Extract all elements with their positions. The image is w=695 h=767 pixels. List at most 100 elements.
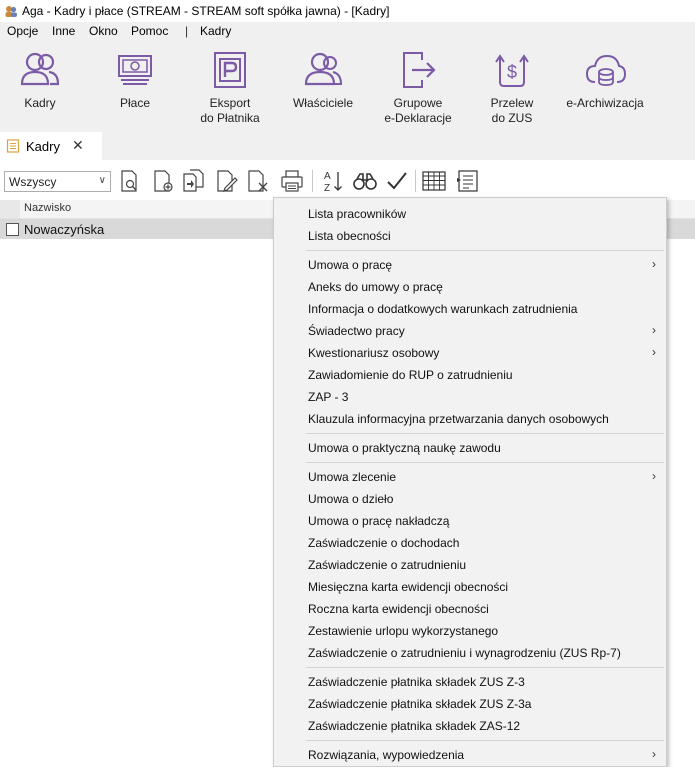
menu-item-miesieczna-karta[interactable]: Miesięczna karta ewidencji obecności bbox=[274, 576, 666, 598]
row-checkbox[interactable] bbox=[6, 223, 19, 236]
menu-item-zawiadomienie-rup[interactable]: Zawiadomienie do RUP o zatrudnieniu bbox=[274, 364, 666, 386]
chevron-down-icon: ∨ bbox=[98, 175, 106, 186]
binoculars-icon[interactable] bbox=[352, 168, 378, 194]
menu-separator bbox=[306, 250, 664, 251]
menu-item-lista-pracownikow[interactable]: Lista pracowników bbox=[274, 203, 666, 225]
tab-close-icon[interactable]: ✕ bbox=[72, 137, 84, 154]
menu-separator bbox=[306, 740, 664, 741]
menu-separator bbox=[306, 433, 664, 434]
delete-document-icon[interactable] bbox=[244, 168, 270, 194]
menu-item-klauzula[interactable]: Klauzula informacyjna przetwarzania dany… bbox=[274, 408, 666, 430]
printer-icon[interactable] bbox=[279, 168, 305, 194]
edit-document-icon[interactable] bbox=[213, 168, 239, 194]
menu-item-label: Roczna karta ewidencji obecności bbox=[308, 602, 489, 616]
copy-document-icon[interactable] bbox=[181, 168, 207, 194]
ribbon-edeklaracje-button[interactable]: Grupowe e-Deklaracje bbox=[378, 50, 458, 126]
menu-item-label: Rozwiązania, wypowiedzenia bbox=[308, 748, 465, 762]
submenu-arrow-icon: › bbox=[652, 257, 656, 271]
people-icon bbox=[20, 52, 60, 86]
ribbon-kadry-button[interactable]: Kadry bbox=[0, 50, 80, 111]
tab-kadry-label: Kadry bbox=[26, 139, 60, 154]
menu-item-label: Zawiadomienie do RUP o zatrudnieniu bbox=[308, 368, 513, 382]
menu-separator bbox=[306, 462, 664, 463]
export-arrow-icon bbox=[403, 52, 436, 88]
platnik-p-icon bbox=[214, 52, 246, 88]
menu-okno[interactable]: Okno bbox=[89, 24, 118, 38]
menu-item-label: Zaświadczenie płatnika składek ZUS Z-3a bbox=[308, 697, 532, 711]
preview-document-icon[interactable] bbox=[117, 168, 143, 194]
menu-item-label: Zestawienie urlopu wykorzystanego bbox=[308, 624, 499, 638]
menu-item-kwestionariusz[interactable]: Kwestionariusz osobowy › bbox=[274, 342, 666, 364]
ribbon-earchiwizacja-button[interactable]: e-Archiwizacja bbox=[565, 50, 645, 111]
menu-item-label: Klauzula informacyjna przetwarzania dany… bbox=[308, 412, 609, 426]
menu-item-label: Lista obecności bbox=[308, 229, 391, 243]
menu-item-aneks[interactable]: Aneks do umowy o pracę bbox=[274, 276, 666, 298]
ribbon-place-label: Płace bbox=[119, 96, 151, 110]
document-list-icon bbox=[6, 139, 20, 153]
submenu-arrow-icon: › bbox=[652, 469, 656, 483]
ribbon-edeklaracje-label: Grupowe e-Deklaracje bbox=[384, 96, 452, 125]
menu-item-lista-obecnosci[interactable]: Lista obecności bbox=[274, 225, 666, 247]
menu-item-label: ZAP - 3 bbox=[308, 390, 349, 404]
menu-pomoc[interactable]: Pomoc bbox=[131, 24, 168, 38]
ribbon-place-button[interactable]: Płace bbox=[95, 50, 175, 111]
menu-item-praktyczna-nauka[interactable]: Umowa o praktyczną naukę zawodu bbox=[274, 437, 666, 459]
submenu-arrow-icon: › bbox=[652, 747, 656, 761]
menu-item-label: Kwestionariusz osobowy bbox=[308, 346, 440, 360]
menu-item-label: Umowa zlecenie bbox=[308, 470, 397, 484]
app-icon bbox=[5, 6, 17, 17]
menu-item-zaswiadczenie-zatrudnienie[interactable]: Zaświadczenie o zatrudnieniu bbox=[274, 554, 666, 576]
menu-item-zus-z3a[interactable]: Zaświadczenie płatnika składek ZUS Z-3a bbox=[274, 693, 666, 715]
menu-inne[interactable]: Inne bbox=[52, 24, 75, 38]
menu-opcje[interactable]: Opcje bbox=[7, 24, 38, 38]
ribbon-przelew-label: Przelew do ZUS bbox=[490, 96, 534, 125]
menu-item-umowa-zlecenie[interactable]: Umowa zlecenie › bbox=[274, 466, 666, 488]
menu-item-label: Zaświadczenie o dochodach bbox=[308, 536, 460, 550]
tab-kadry[interactable]: Kadry ✕ bbox=[0, 132, 102, 160]
ribbon-earchiwizacja-label: e-Archiwizacja bbox=[566, 96, 644, 110]
owners-icon bbox=[304, 52, 343, 86]
ribbon-kadry-label: Kadry bbox=[24, 96, 56, 110]
report-list-icon[interactable] bbox=[455, 168, 481, 194]
menu-item-label: Świadectwo pracy bbox=[308, 324, 405, 338]
menu-item-zus-z3[interactable]: Zaświadczenie płatnika składek ZUS Z-3 bbox=[274, 671, 666, 693]
grid-header-check-column bbox=[0, 200, 20, 218]
menu-item-label: Zaświadczenie o zatrudnieniu bbox=[308, 558, 467, 572]
checkmark-icon[interactable] bbox=[384, 168, 410, 194]
menu-item-umowa-o-dzielo[interactable]: Umowa o dzieło bbox=[274, 488, 666, 510]
context-menu: Lista pracowników Lista obecności Umowa … bbox=[273, 197, 667, 767]
menu-item-umowa-o-prace[interactable]: Umowa o pracę › bbox=[274, 254, 666, 276]
menu-item-zap-3[interactable]: ZAP - 3 bbox=[274, 386, 666, 408]
menu-item-roczna-karta[interactable]: Roczna karta ewidencji obecności bbox=[274, 598, 666, 620]
menu-item-label: Zaświadczenie płatnika składek ZUS Z-3 bbox=[308, 675, 525, 689]
menu-item-swiadectwo-pracy[interactable]: Świadectwo pracy › bbox=[274, 320, 666, 342]
cloud-database-icon bbox=[585, 54, 627, 86]
svg-text:A: A bbox=[324, 171, 331, 182]
toolbar: Wszyscy ∨ A Z bbox=[0, 162, 695, 198]
add-document-icon[interactable] bbox=[150, 168, 176, 194]
filter-select-value: Wszyscy bbox=[9, 175, 57, 189]
menu-item-informacja[interactable]: Informacja o dodatkowych warunkach zatru… bbox=[274, 298, 666, 320]
menu-kadry[interactable]: Kadry bbox=[200, 24, 231, 38]
title-bar: Aga - Kadry i płace (STREAM - STREAM sof… bbox=[0, 0, 695, 22]
menu-item-zas-12[interactable]: Zaświadczenie płatnika składek ZAS-12 bbox=[274, 715, 666, 737]
menu-bar: Opcje Inne Okno Pomoc | Kadry bbox=[0, 22, 695, 42]
menu-item-rozwiazania[interactable]: Rozwiązania, wypowiedzenia › bbox=[274, 744, 666, 766]
ribbon-wlasciciele-button[interactable]: Właściciele bbox=[283, 50, 363, 111]
menu-item-label: Umowa o pracę bbox=[308, 258, 393, 272]
menu-item-zus-rp7[interactable]: Zaświadczenie o zatrudnieniu i wynagrodz… bbox=[274, 642, 666, 664]
sort-az-icon[interactable]: A Z bbox=[320, 168, 346, 194]
menu-item-umowa-nakladcza[interactable]: Umowa o pracę nakładczą bbox=[274, 510, 666, 532]
menu-item-zaswiadczenie-dochody[interactable]: Zaświadczenie o dochodach bbox=[274, 532, 666, 554]
svg-text:$: $ bbox=[507, 62, 517, 82]
ribbon-eksport-button[interactable]: Eksport do Płatnika bbox=[190, 50, 270, 126]
menu-item-zestawienie-urlopu[interactable]: Zestawienie urlopu wykorzystanego bbox=[274, 620, 666, 642]
table-grid-icon[interactable] bbox=[421, 168, 447, 194]
column-header-nazwisko[interactable]: Nazwisko bbox=[24, 202, 71, 214]
ribbon-przelew-button[interactable]: $ Przelew do ZUS bbox=[472, 50, 552, 126]
menu-item-label: Lista pracowników bbox=[308, 207, 407, 221]
menu-item-label: Umowa o dzieło bbox=[308, 492, 394, 506]
filter-select[interactable]: Wszyscy ∨ bbox=[4, 171, 111, 192]
menu-item-label: Miesięczna karta ewidencji obecności bbox=[308, 580, 509, 594]
ribbon-eksport-label: Eksport do Płatnika bbox=[200, 96, 260, 125]
